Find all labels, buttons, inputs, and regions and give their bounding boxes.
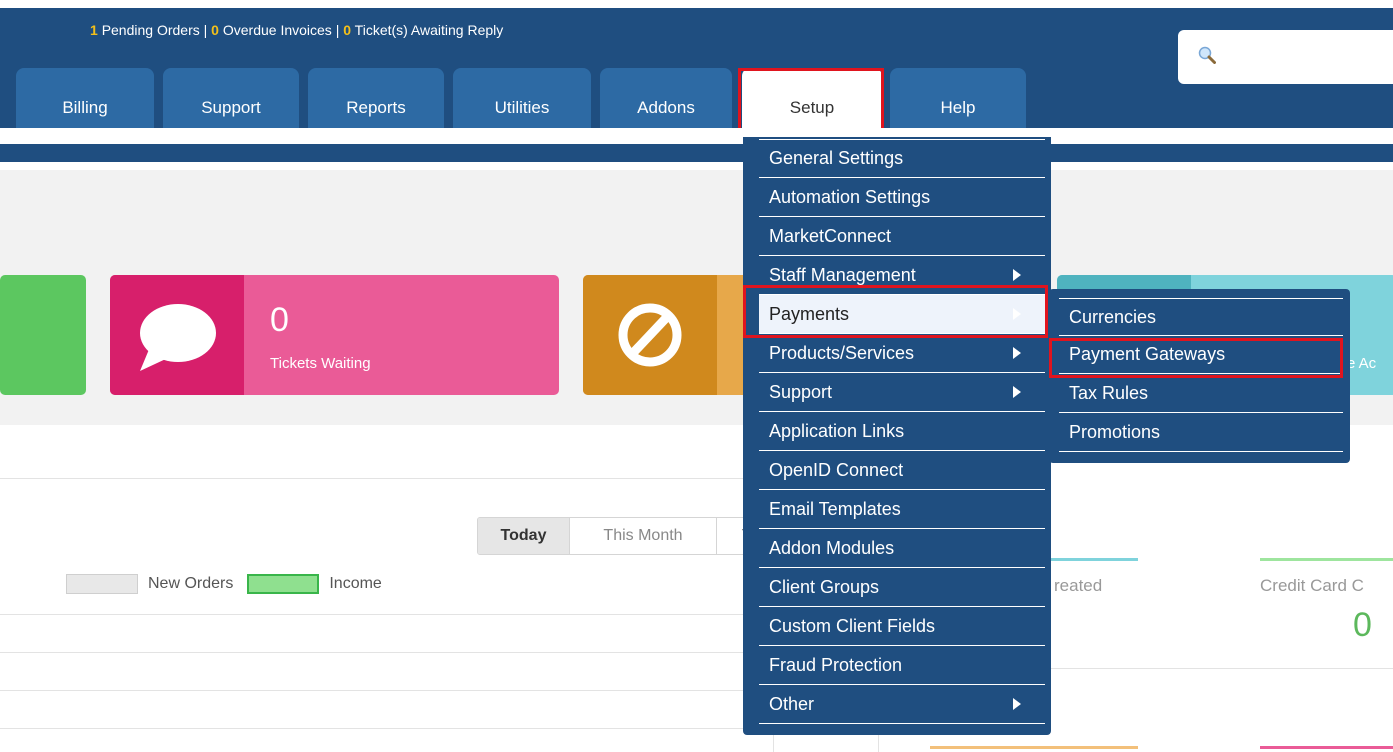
menu-label: Application Links [769,420,905,441]
tab-support[interactable]: Support [163,68,299,136]
grid-line [0,690,773,691]
grid-line [0,652,773,653]
subnav-strip [0,128,1393,142]
overdue-invoices-label[interactable]: Overdue Invoices [223,22,332,38]
payment-gateways-highlight [1049,338,1343,378]
prohibited-icon [618,303,682,367]
stat-credit-card-value: 0 [1353,606,1372,644]
menu-label: Client Groups [769,576,880,597]
menu-marketconnect[interactable]: MarketConnect [759,217,1045,256]
separator: | [335,22,340,38]
magnifier-icon [1198,46,1216,64]
submenu-tax-rules[interactable]: Tax Rules [1059,375,1343,413]
period-today[interactable]: Today [478,518,570,554]
tickets-icon-cell [110,275,244,395]
menu-label: MarketConnect [769,225,892,246]
tickets-awaiting-count[interactable]: 0 [343,22,351,38]
menu-label: Email Templates [769,498,901,519]
tab-reports[interactable]: Reports [308,68,444,136]
submenu-arrow-icon [1013,386,1021,398]
stat-card-tickets[interactable]: 0 Tickets Waiting [110,275,559,395]
menu-addon-modules[interactable]: Addon Modules [759,529,1045,568]
setup-tab-highlight [738,68,884,132]
menu-automation-settings[interactable]: Automation Settings [759,178,1045,217]
cancellations-icon-cell [583,275,717,395]
stats-divider [1040,668,1393,669]
teal-card-label: e Ac [1347,355,1377,372]
menu-label: Other [769,693,815,714]
submenu-arrow-icon [1013,269,1021,281]
stat-credit-card-label: Credit Card C [1260,576,1364,595]
menu-other[interactable]: Other [759,685,1045,724]
admin-page: 1 Pending Orders | 0 Overdue Invoices | … [0,0,1393,752]
menu-label: Support [769,381,833,402]
search-input[interactable] [1178,30,1393,84]
menu-fraud-protection[interactable]: Fraud Protection [759,646,1045,685]
tickets-awaiting-label[interactable]: Ticket(s) Awaiting Reply [355,22,504,38]
tickets-waiting-value: 0 [270,301,289,339]
stat-bar-teal [1040,558,1138,561]
stat-created-label: reated [1054,576,1103,595]
pending-orders-label[interactable]: Pending Orders [102,22,200,38]
setup-dropdown-menu: General Settings Automation Settings Mar… [743,137,1051,735]
tab-addons[interactable]: Addons [600,68,732,136]
legend-income: Income [329,575,382,592]
period-this-month[interactable]: This Month [570,518,717,554]
overdue-invoices-count[interactable]: 0 [211,22,219,38]
chart-legend: New Orders Income [66,574,382,594]
notification-bar: 1 Pending Orders | 0 Overdue Invoices | … [90,22,503,38]
payments-highlight [743,285,1048,338]
stat-bar-orange [930,746,1138,749]
submenu-arrow-icon [1013,347,1021,359]
tickets-waiting-label: Tickets Waiting [270,355,371,372]
subnav-bar [0,144,1393,162]
menu-label: Automation Settings [769,186,931,207]
tab-billing[interactable]: Billing [16,68,154,136]
menu-email-templates[interactable]: Email Templates [759,490,1045,529]
menu-label: Products/Services [769,342,915,363]
menu-client-groups[interactable]: Client Groups [759,568,1045,607]
period-selector: Today This Month T [477,517,778,555]
submenu-label: Promotions [1069,422,1161,442]
speech-bubble-icon [140,304,216,371]
menu-support[interactable]: Support [759,373,1045,412]
stat-card-green[interactable] [0,275,86,395]
submenu-promotions[interactable]: Promotions [1059,414,1343,452]
submenu-arrow-icon [1013,698,1021,710]
legend-new-orders: New Orders [148,575,234,592]
stat-bar-pink [1260,746,1393,749]
menu-label: Staff Management [769,264,916,285]
tab-help[interactable]: Help [890,68,1026,136]
menu-label: Custom Client Fields [769,615,936,636]
submenu-label: Tax Rules [1069,383,1149,403]
menu-application-links[interactable]: Application Links [759,412,1045,451]
menu-label: Addon Modules [769,537,895,558]
submenu-label: Currencies [1069,306,1157,327]
menu-general-settings[interactable]: General Settings [759,139,1045,178]
separator: | [203,22,208,38]
legend-swatch-income [247,574,320,594]
top-header: 1 Pending Orders | 0 Overdue Invoices | … [0,8,1393,136]
tab-utilities[interactable]: Utilities [453,68,591,136]
submenu-currencies[interactable]: Currencies [1059,298,1343,336]
menu-openid-connect[interactable]: OpenID Connect [759,451,1045,490]
grid-line [0,614,773,615]
menu-products-services[interactable]: Products/Services [759,334,1045,373]
menu-custom-client-fields[interactable]: Custom Client Fields [759,607,1045,646]
menu-label: Fraud Protection [769,654,903,675]
menu-label: General Settings [769,148,904,168]
legend-swatch-new-orders [66,574,138,594]
panel-divider [0,478,780,479]
grid-line [0,728,773,729]
pending-orders-count[interactable]: 1 [90,22,98,38]
menu-label: OpenID Connect [769,459,904,480]
stat-bar-green [1260,558,1393,561]
